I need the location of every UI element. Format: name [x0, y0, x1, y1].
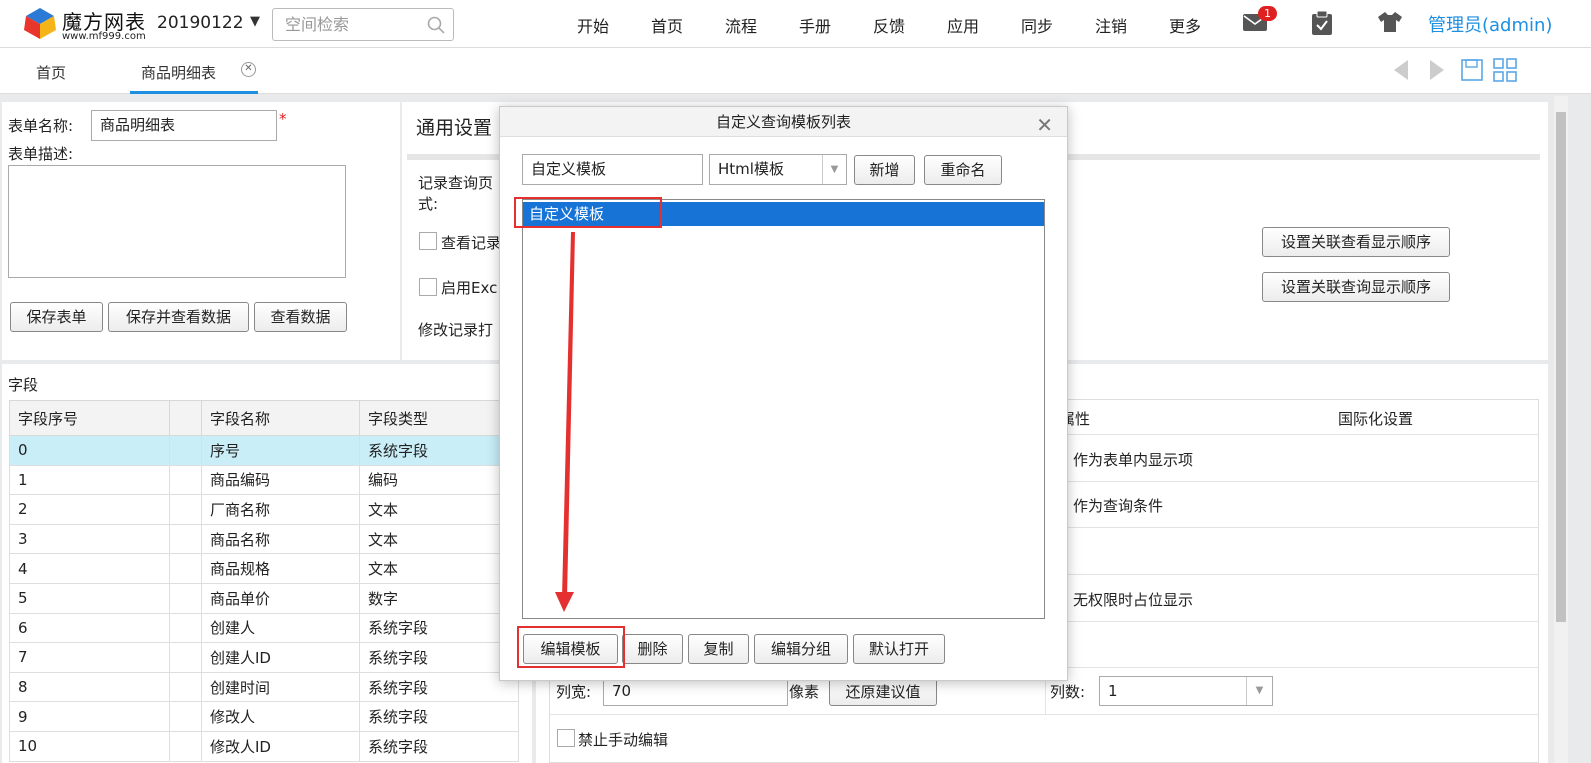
set-query-order-button[interactable]: 设置关联查询显示顺序	[1262, 272, 1450, 302]
table-row[interactable]: 2 厂商名称 文本	[9, 494, 519, 525]
logo[interactable]: 魔方网表 www.mf999.com	[22, 4, 152, 44]
template-type-select[interactable]: Html模板 ▼	[709, 154, 847, 185]
table-row[interactable]: 7 创建人ID 系统字段	[9, 642, 519, 673]
record-query-label-2: 式:	[418, 195, 439, 213]
highlight-box	[514, 197, 662, 228]
column-width-label: 列宽:	[556, 683, 592, 701]
save-icon[interactable]	[1461, 58, 1483, 82]
arrow-left-icon[interactable]	[1392, 58, 1410, 82]
as-query-label: 作为查询条件	[1073, 497, 1164, 515]
user-name[interactable]: 管理员(admin)	[1428, 11, 1552, 37]
template-name-input[interactable]: 自定义模板	[522, 154, 703, 185]
col-blank[interactable]	[169, 400, 202, 436]
table-row[interactable]: 5 商品单价 数字	[9, 582, 519, 614]
rename-template-button[interactable]: 重命名	[924, 155, 1002, 185]
custom-query-template-dialog: 自定义查询模板列表 ✕ 自定义模板 Html模板 ▼ 新增 重命名 自定义模板 …	[499, 106, 1068, 681]
version-selector[interactable]: 20190122	[157, 13, 244, 33]
no-manual-edit-label: 禁止手动编辑	[578, 731, 669, 749]
tab-bar: 首页 商品明细表 ✕	[0, 48, 1591, 94]
table-row[interactable]: 8 创建时间 系统字段	[9, 671, 519, 703]
view-record-checkbox[interactable]	[419, 232, 437, 250]
page-scrollbar-thumb[interactable]	[1556, 112, 1566, 622]
table-row[interactable]: 9 修改人 系统字段	[9, 701, 519, 732]
table-row[interactable]: 0 序号 系统字段	[9, 435, 519, 466]
general-settings-title: 通用设置	[416, 117, 493, 139]
copy-template-button[interactable]: 复制	[688, 634, 749, 664]
tab-close-icon[interactable]: ✕	[241, 62, 256, 77]
caret-down-icon[interactable]: ▼	[822, 155, 846, 184]
form-name-input[interactable]: 商品明细表	[91, 110, 277, 141]
template-type-value: Html模板	[718, 160, 784, 178]
space-search-input[interactable]: 空间检索	[272, 8, 454, 41]
clipboard-icon[interactable]	[1311, 10, 1333, 36]
required-mark: *	[279, 110, 287, 128]
nav-apps[interactable]: 应用	[947, 13, 979, 37]
view-record-label: 查看记录	[441, 234, 502, 252]
form-desc-textarea[interactable]	[8, 165, 346, 278]
save-form-button[interactable]: 保存表单	[10, 302, 103, 332]
column-count-label: 列数:	[1050, 683, 1086, 701]
skin-shirt-icon[interactable]	[1377, 11, 1403, 33]
highlight-box	[517, 626, 625, 668]
cube-logo-icon	[24, 8, 56, 39]
top-bar: 魔方网表 www.mf999.com 20190122 ▼ 空间检索 开始 首页…	[0, 0, 1591, 48]
column-count-value: 1	[1108, 682, 1118, 700]
show-in-form-label: 作为表单内显示项	[1073, 451, 1194, 469]
fields-table: 字段序号 字段名称 字段类型 0 序号 系统字段 1 商品编码 编码 2 厂商名称 文本 3…	[9, 400, 519, 762]
record-query-label: 记录查询页	[418, 174, 494, 192]
pixel-unit-label: 像素	[789, 683, 820, 701]
set-view-order-button[interactable]: 设置关联查看显示顺序	[1262, 227, 1450, 257]
search-placeholder: 空间检索	[285, 15, 350, 34]
form-name-label: 表单名称:	[8, 117, 74, 135]
tab-product-detail[interactable]: 商品明细表	[141, 62, 216, 83]
default-open-button[interactable]: 默认打开	[853, 634, 945, 664]
fields-section-label: 字段	[8, 376, 39, 394]
nav-start[interactable]: 开始	[577, 13, 609, 37]
i18n-header: 国际化设置	[1338, 410, 1414, 428]
no-permission-label: 无权限时占位显示	[1073, 591, 1194, 609]
nav-flow[interactable]: 流程	[725, 13, 757, 37]
enable-excel-checkbox[interactable]	[419, 278, 437, 296]
template-list[interactable]: 自定义模板	[522, 199, 1045, 619]
form-desc-label: 表单描述:	[8, 145, 74, 163]
enable-excel-label: 启用Exc	[441, 279, 498, 297]
save-and-view-button[interactable]: 保存并查看数据	[108, 302, 249, 332]
nav-home[interactable]: 首页	[651, 13, 683, 37]
annotation-arrow-icon	[555, 232, 575, 612]
nav-logout[interactable]: 注销	[1095, 13, 1127, 37]
table-row[interactable]: 4 商品规格 文本	[9, 553, 519, 584]
table-row[interactable]: 1 商品编码 编码	[9, 464, 519, 496]
caret-down-icon[interactable]: ▼	[250, 14, 260, 29]
dialog-header: 自定义查询模板列表 ✕	[500, 107, 1067, 137]
nav-more[interactable]: 更多	[1169, 13, 1201, 37]
col-field-type[interactable]: 字段类型	[359, 400, 519, 436]
delete-template-button[interactable]: 删除	[622, 634, 683, 664]
modify-record-label: 修改记录打	[418, 321, 494, 339]
dialog-title: 自定义查询模板列表	[715, 113, 851, 131]
table-row[interactable]: 3 商品名称 文本	[9, 523, 519, 555]
restore-default-button[interactable]: 还原建议值	[829, 678, 937, 706]
close-icon[interactable]: ✕	[1036, 110, 1053, 140]
col-field-index[interactable]: 字段序号	[9, 400, 170, 436]
mail-badge: 1	[1258, 6, 1277, 21]
view-data-button[interactable]: 查看数据	[254, 302, 347, 332]
logo-url: www.mf999.com	[62, 31, 146, 42]
no-manual-edit-checkbox[interactable]	[557, 729, 575, 747]
search-icon[interactable]	[427, 16, 445, 34]
caret-down-icon[interactable]: ▼	[1246, 677, 1272, 705]
add-template-button[interactable]: 新增	[854, 155, 915, 185]
nav-manual[interactable]: 手册	[799, 13, 831, 37]
column-count-select[interactable]: 1 ▼	[1099, 676, 1273, 706]
col-field-name[interactable]: 字段名称	[201, 400, 360, 436]
edit-group-button[interactable]: 编辑分组	[754, 634, 848, 664]
nav-sync[interactable]: 同步	[1021, 13, 1053, 37]
active-tab-indicator	[130, 91, 258, 94]
nav-feedback[interactable]: 反馈	[873, 13, 905, 37]
divider	[549, 714, 1539, 715]
table-row[interactable]: 10 修改人ID 系统字段	[9, 730, 519, 762]
tab-home[interactable]: 首页	[36, 62, 66, 83]
table-row[interactable]: 6 创建人 系统字段	[9, 612, 519, 644]
grid-layout-icon[interactable]	[1493, 58, 1517, 82]
arrow-right-icon[interactable]	[1428, 58, 1446, 82]
